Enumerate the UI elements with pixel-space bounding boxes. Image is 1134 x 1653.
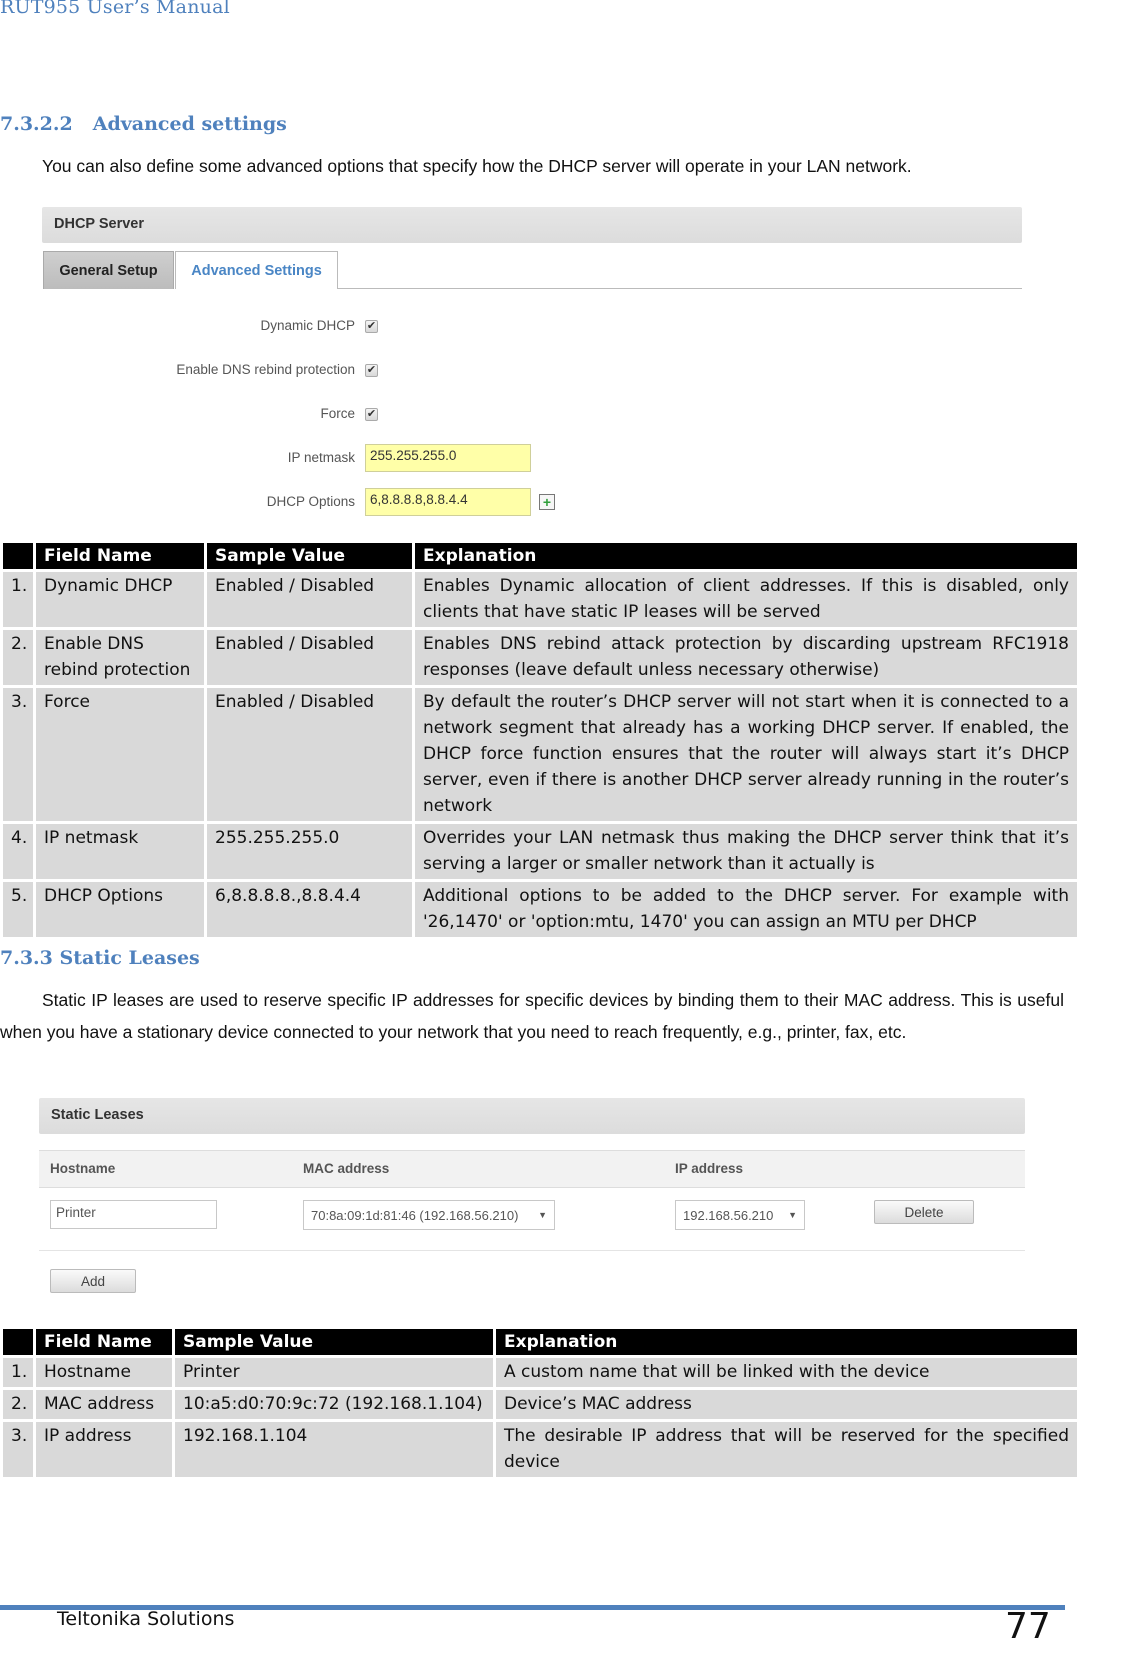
header-num <box>3 543 33 569</box>
table-header-row: Field Name Sample Value Explanation <box>3 543 1077 569</box>
dynamic-dhcp-label: Dynamic DHCP <box>260 318 355 333</box>
section-number: 7.3.2.2 <box>0 113 73 135</box>
row-sample: 6,8.8.8.8.,8.8.4.4 <box>207 882 412 937</box>
table-row: 1. Dynamic DHCP Enabled / Disabled Enabl… <box>3 572 1077 627</box>
delete-button[interactable]: Delete <box>874 1200 974 1224</box>
ip-netmask-label: IP netmask <box>287 450 355 465</box>
table-header-row: Field Name Sample Value Explanation <box>3 1329 1077 1355</box>
row-explanation: Overrides your LAN netmask thus making t… <box>415 824 1077 879</box>
tab-advanced-settings[interactable]: Advanced Settings <box>175 251 338 289</box>
row-num: 4. <box>3 824 33 879</box>
section-heading-static-leases: 7.3.3 Static Leases <box>0 947 200 969</box>
section-title: Advanced settings <box>92 113 287 135</box>
divider <box>39 1187 1025 1188</box>
row-sample: 255.255.255.0 <box>207 824 412 879</box>
hostname-input[interactable]: Printer <box>50 1200 217 1229</box>
header-explanation: Explanation <box>496 1329 1077 1355</box>
chevron-down-icon: ▼ <box>788 1210 797 1220</box>
row-num: 2. <box>3 1390 33 1419</box>
row-sample: 192.168.1.104 <box>175 1422 493 1477</box>
dhcp-options-label: DHCP Options <box>266 494 355 509</box>
table-row: 3. Force Enabled / Disabled By default t… <box>3 688 1077 821</box>
row-explanation: Enables Dynamic allocation of client add… <box>415 572 1077 627</box>
row-field: IP netmask <box>36 824 204 879</box>
row-explanation: The desirable IP address that will be re… <box>496 1422 1077 1477</box>
ip-address-value: 192.168.56.210 <box>683 1207 774 1223</box>
row-explanation: Device’s MAC address <box>496 1390 1077 1419</box>
row-sample: Enabled / Disabled <box>207 688 412 821</box>
add-button[interactable]: Add <box>50 1269 136 1293</box>
page-number: 77 <box>1005 1606 1051 1647</box>
static-leases-table: Field Name Sample Value Explanation 1. H… <box>0 1326 1080 1480</box>
row-num: 3. <box>3 1422 33 1477</box>
divider <box>39 1250 1025 1251</box>
panel-title: DHCP Server <box>54 216 145 232</box>
row-sample: Printer <box>175 1358 493 1387</box>
table-row: 4. IP netmask 255.255.255.0 Overrides yo… <box>3 824 1077 879</box>
dns-rebind-label: Enable DNS rebind protection <box>176 362 355 377</box>
table-row: 5. DHCP Options 6,8.8.8.8.,8.8.4.4 Addit… <box>3 882 1077 937</box>
row-explanation: Additional options to be added to the DH… <box>415 882 1077 937</box>
row-field: IP address <box>36 1422 172 1477</box>
add-option-icon[interactable]: + <box>539 494 555 510</box>
panel-header: Static Leases <box>39 1098 1025 1134</box>
chevron-down-icon: ▼ <box>538 1210 547 1220</box>
header-num <box>3 1329 33 1355</box>
row-sample: 10:a5:d0:70:9c:72 (192.168.1.104) <box>175 1390 493 1419</box>
row-field: MAC address <box>36 1390 172 1419</box>
static-leases-screenshot: Static Leases Hostname MAC address IP ad… <box>39 1098 1025 1298</box>
force-label: Force <box>320 406 355 421</box>
header-sample-value: Sample Value <box>207 543 412 569</box>
advanced-intro: You can also define some advanced option… <box>42 156 912 176</box>
table-row: 3. IP address 192.168.1.104 The desirabl… <box>3 1422 1077 1477</box>
mac-address-value: 70:8a:09:1d:81:46 (192.168.56.210) <box>311 1207 519 1223</box>
table-row: 2. MAC address 10:a5:d0:70:9c:72 (192.16… <box>3 1390 1077 1419</box>
column-header-row: Hostname MAC address IP address <box>39 1151 1025 1187</box>
table-row: 1. Hostname Printer A custom name that w… <box>3 1358 1077 1387</box>
mac-address-select[interactable]: 70:8a:09:1d:81:46 (192.168.56.210) ▼ <box>303 1200 555 1230</box>
section-heading-advanced: 7.3.2.2 Advanced settings <box>0 113 287 135</box>
col-hostname: Hostname <box>50 1161 116 1176</box>
row-field: Force <box>36 688 204 821</box>
row-field: Hostname <box>36 1358 172 1387</box>
ip-address-select[interactable]: 192.168.56.210 ▼ <box>675 1200 805 1230</box>
row-field: DHCP Options <box>36 882 204 937</box>
col-mac-address: MAC address <box>303 1161 390 1176</box>
row-field: Dynamic DHCP <box>36 572 204 627</box>
dns-rebind-checkbox[interactable]: ✔ <box>365 364 378 377</box>
static-leases-intro: Static IP leases are used to reserve spe… <box>0 990 1064 1042</box>
running-header: RUT955 User’s Manual <box>0 0 230 18</box>
row-sample: Enabled / Disabled <box>207 630 412 685</box>
row-explanation: A custom name that will be linked with t… <box>496 1358 1077 1387</box>
advanced-settings-table: Field Name Sample Value Explanation 1. D… <box>0 540 1080 940</box>
tab-general-setup[interactable]: General Setup <box>43 251 174 289</box>
row-explanation: By default the router’s DHCP server will… <box>415 688 1077 821</box>
panel-title: Static Leases <box>51 1107 144 1123</box>
row-num: 1. <box>3 1358 33 1387</box>
col-ip-address: IP address <box>675 1161 744 1176</box>
row-num: 5. <box>3 882 33 937</box>
ip-netmask-input[interactable]: 255.255.255.0 <box>365 444 531 472</box>
footer-company: Teltonika Solutions <box>57 1608 235 1630</box>
row-sample: Enabled / Disabled <box>207 572 412 627</box>
tab-underline <box>338 288 1022 289</box>
panel-header: DHCP Server <box>42 207 1022 243</box>
dhcp-options-input[interactable]: 6,8.8.8.8,8.8.4.4 <box>365 488 531 516</box>
row-num: 3. <box>3 688 33 821</box>
section-title: Static Leases <box>59 947 200 969</box>
row-field: Enable DNS rebind protection <box>36 630 204 685</box>
row-num: 1. <box>3 572 33 627</box>
header-sample-value: Sample Value <box>175 1329 493 1355</box>
table-row: 2. Enable DNS rebind protection Enabled … <box>3 630 1077 685</box>
dynamic-dhcp-checkbox[interactable]: ✔ <box>365 320 378 333</box>
row-num: 2. <box>3 630 33 685</box>
section-number: 7.3.3 <box>0 947 53 969</box>
header-field-name: Field Name <box>36 1329 172 1355</box>
header-explanation: Explanation <box>415 543 1077 569</box>
dhcp-server-screenshot: DHCP Server General Setup Advanced Setti… <box>42 207 1022 527</box>
row-explanation: Enables DNS rebind attack protection by … <box>415 630 1077 685</box>
header-field-name: Field Name <box>36 543 204 569</box>
force-checkbox[interactable]: ✔ <box>365 408 378 421</box>
